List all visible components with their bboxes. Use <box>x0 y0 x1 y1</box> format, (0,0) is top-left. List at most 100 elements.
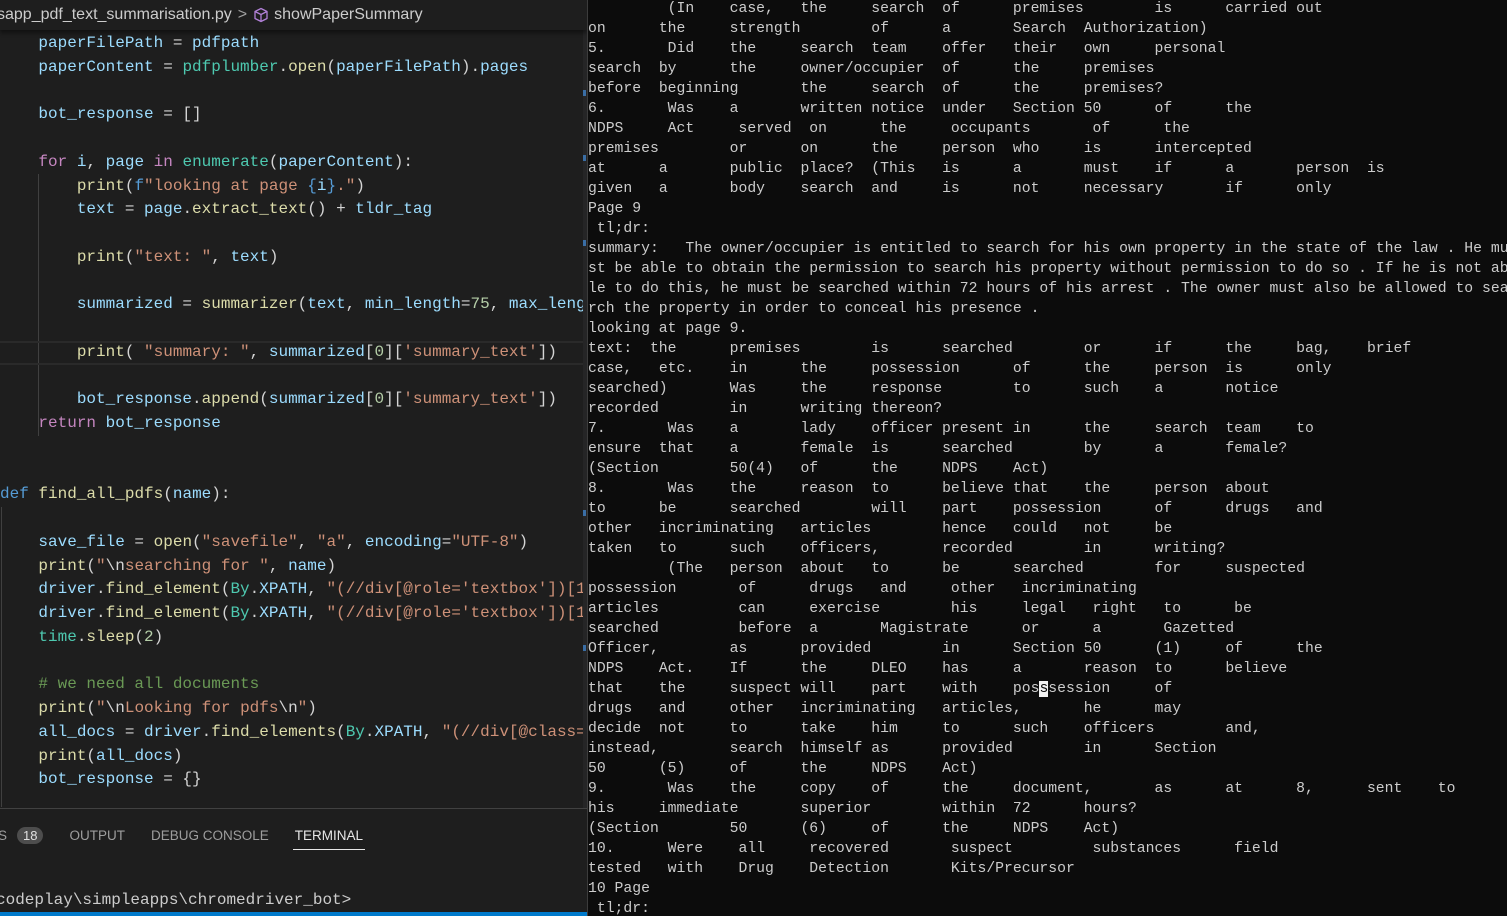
code-token: pdfpath <box>192 34 260 52</box>
code-line[interactable]: time.sleep(2) <box>0 626 587 650</box>
code-token: "looking at page <box>144 176 308 195</box>
code-token: . <box>192 390 202 409</box>
terminal-window[interactable]: (In case, the search of premises is carr… <box>588 0 1507 916</box>
breadcrumb-symbol[interactable]: showPaperSummary <box>274 6 423 24</box>
code-token: ( <box>134 627 145 646</box>
code-token: "(//div[@role='textbox'])[1 <box>326 604 586 622</box>
code-token: ) <box>307 699 317 717</box>
scrollbar-marker <box>583 240 586 246</box>
panel-tab-s[interactable]: S <box>0 824 7 847</box>
terminal-line: drugs and other incriminating articles, … <box>588 701 1182 717</box>
code-token: summarizer <box>201 295 298 314</box>
terminal-line: le to do this, he must be searched withi… <box>588 281 1507 297</box>
code-line[interactable]: print(all_docs) <box>0 745 587 769</box>
code-line[interactable]: driver.find_element(By.XPATH, "(//div[@r… <box>0 602 587 626</box>
code-line[interactable]: summarized = summarizer(text, min_length… <box>0 293 587 317</box>
code-line[interactable] <box>0 650 587 674</box>
code-token: f <box>134 176 145 195</box>
terminal-line: case, etc. in the possession of the pers… <box>588 361 1332 377</box>
code-line[interactable]: paperContent = pdfplumber.open(paperFile… <box>0 56 587 80</box>
code-line[interactable] <box>0 222 587 246</box>
scrollbar-marker <box>583 90 586 96</box>
code-token: print <box>38 746 87 765</box>
code-editor[interactable]: sapp_pdf_text_summarisation.py > showPap… <box>0 0 587 808</box>
code-line[interactable]: print("\nsearching for ", name) <box>0 555 587 579</box>
panel-tab-debug-console[interactable]: DEBUG CONSOLE <box>151 824 269 847</box>
code-line[interactable] <box>0 127 587 151</box>
code-token: = <box>124 532 154 551</box>
terminal-line: tl;dr: <box>588 901 650 916</box>
code-line[interactable]: text = page.extract_text() + tldr_tag <box>0 198 587 222</box>
code-token: enumerate <box>182 152 269 171</box>
code-line[interactable]: def find_all_pdfs(name): <box>0 483 587 507</box>
code-lines[interactable]: paperFilePath = pdfpath paperContent = p… <box>0 32 587 792</box>
code-token: , <box>345 532 365 551</box>
breadcrumb-file[interactable]: sapp_pdf_text_summarisation.py <box>0 6 232 24</box>
code-line[interactable] <box>0 270 587 294</box>
code-token: ( <box>268 152 279 171</box>
code-token: find_elements <box>211 722 337 741</box>
code-line[interactable]: # we need all documents <box>0 673 587 697</box>
code-line[interactable]: save_file = open("savefile", "a", encodi… <box>0 531 587 555</box>
code-line[interactable] <box>0 317 587 341</box>
code-line[interactable]: print("text: ", text) <box>0 246 587 270</box>
code-token: { <box>307 176 317 195</box>
code-token: ): <box>393 152 413 171</box>
code-line[interactable] <box>0 460 587 484</box>
code-line[interactable] <box>0 507 587 531</box>
panel-tab-terminal[interactable]: TERMINAL <box>292 824 366 850</box>
terminal-line: 10 Page <box>588 881 650 897</box>
panel-tab-output[interactable]: OUTPUT <box>69 824 125 847</box>
code-line[interactable]: bot_response = [] <box>0 103 587 127</box>
code-line-current[interactable]: print( "summary: ", summarized[0]['summa… <box>0 340 587 365</box>
code-token: . <box>76 627 87 646</box>
code-line[interactable]: print("\nLooking for pdfs\n") <box>0 697 587 721</box>
code-token: print <box>76 247 125 266</box>
code-token: ( <box>124 176 135 195</box>
code-line[interactable] <box>0 365 587 389</box>
code-token: ) <box>268 247 279 266</box>
terminal-line: rch the property in order to conceal his… <box>588 301 1040 317</box>
code-token: i <box>76 152 87 171</box>
terminal-line: searched before a Magistrate or a Gazett… <box>588 621 1235 637</box>
code-line[interactable] <box>0 436 587 460</box>
terminal-line: text: the premises is searched or if the… <box>588 341 1412 357</box>
code-line[interactable]: driver.find_element(By.XPATH, "(//div[@r… <box>0 578 587 602</box>
code-token: . <box>96 580 106 599</box>
code-token: driver <box>144 722 202 741</box>
code-token: summarized <box>268 390 365 409</box>
code-token: XPATH <box>259 604 308 622</box>
code-line[interactable]: return bot_response <box>0 412 587 436</box>
code-token: ][ <box>384 342 404 361</box>
code-line[interactable]: print(f"looking at page {i}.") <box>0 175 587 199</box>
code-token: page <box>105 152 145 171</box>
code-line[interactable] <box>0 80 587 104</box>
code-token: "(//div[@role='textbox'])[1 <box>326 580 586 599</box>
code-token: = [] <box>153 105 202 124</box>
code-token: ][ <box>384 390 404 409</box>
code-token: tldr_tag <box>355 200 433 219</box>
code-line[interactable]: all_docs = driver.find_elements(By.XPATH… <box>0 721 587 745</box>
code-token: , <box>86 152 106 171</box>
code-token: min_length <box>364 295 461 314</box>
code-token: find_all_pdfs <box>38 485 164 504</box>
code-token: ( <box>192 532 202 551</box>
terminal-line: Officer, as provided in Section 50 (1) o… <box>588 641 1323 657</box>
code-line[interactable]: bot_response = {} <box>0 768 587 792</box>
code-token: " <box>297 699 308 717</box>
terminal-prompt[interactable]: codeplay\simpleapps\chromedriver_bot> <box>0 891 351 909</box>
code-line[interactable]: paperFilePath = pdfpath <box>0 32 587 56</box>
code-token: ( <box>86 699 97 717</box>
code-line[interactable]: for i, page in enumerate(paperContent): <box>0 151 587 175</box>
code-token: , <box>489 295 509 314</box>
code-line[interactable]: bot_response.append(summarized[0]['summa… <box>0 388 587 412</box>
scrollbar-marker <box>583 510 586 516</box>
